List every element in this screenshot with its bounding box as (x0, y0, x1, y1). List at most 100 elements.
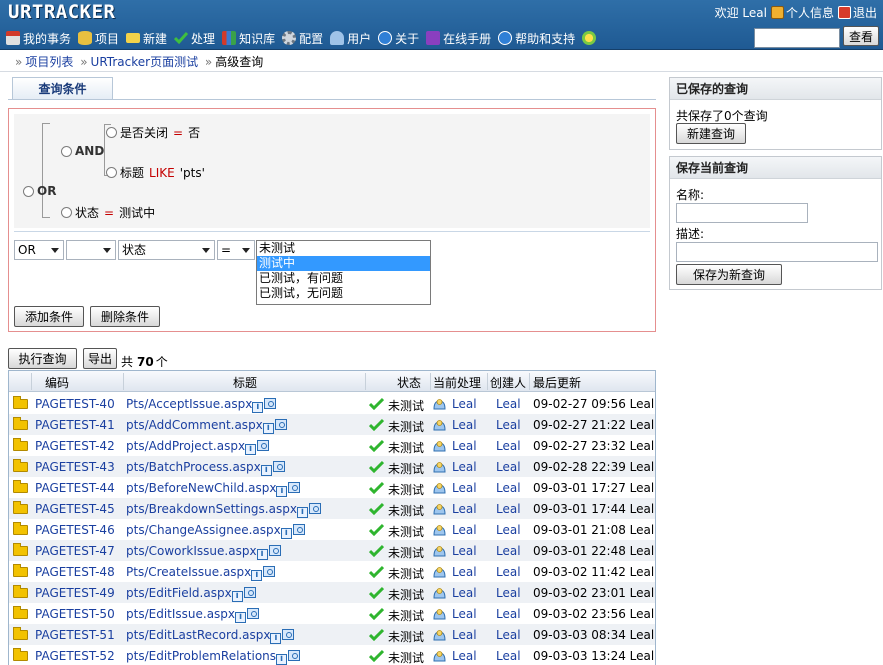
view-icon[interactable] (288, 650, 301, 661)
add-condition-button[interactable]: 添加条件 (14, 306, 84, 327)
issue-title-link[interactable]: pts/EditField.aspx (126, 586, 232, 600)
nav-projects[interactable]: 项目 (78, 30, 119, 47)
logout-link[interactable]: 退出 (837, 4, 877, 21)
info-icon[interactable]: i (276, 654, 288, 665)
new-query-button[interactable]: 新建查询 (676, 123, 746, 144)
assignee-link[interactable]: Leal (452, 397, 477, 411)
issue-id-link[interactable]: PAGETEST-41 (35, 418, 115, 432)
issue-id-link[interactable]: PAGETEST-42 (35, 439, 115, 453)
listbox-option-selected[interactable]: 测试中 (257, 256, 430, 271)
view-icon[interactable] (272, 461, 285, 472)
creator-link[interactable]: Leal (496, 439, 521, 453)
query-name-input[interactable] (676, 203, 808, 223)
column-header-status[interactable]: 状态 (397, 374, 421, 391)
assignee-link[interactable]: Leal (452, 586, 477, 600)
table-row[interactable]: PAGETEST-43 pts/BatchProcess.aspx i 未测试 L… (9, 456, 655, 477)
nav-star[interactable] (582, 31, 597, 45)
operator-select[interactable]: = (217, 240, 255, 260)
table-row[interactable]: PAGETEST-41 pts/AddComment.aspx i 未测试 Lea… (9, 414, 655, 435)
issue-title-link[interactable]: pts/BreakdownSettings.aspx (126, 502, 297, 516)
listbox-option[interactable]: 已测试，无问题 (257, 286, 430, 301)
info-icon[interactable]: i (251, 570, 263, 581)
creator-link[interactable]: Leal (496, 481, 521, 495)
search-button[interactable]: 查看 (843, 26, 879, 46)
creator-link[interactable]: Leal (496, 523, 521, 537)
issue-title-link[interactable]: pts/BatchProcess.aspx (126, 460, 261, 474)
info-icon[interactable]: i (262, 423, 274, 434)
profile-link[interactable]: 个人信息 (770, 4, 834, 21)
issue-id-link[interactable]: PAGETEST-43 (35, 460, 115, 474)
table-row[interactable]: PAGETEST-46 pts/ChangeAssignee.aspx i 未测试… (9, 519, 655, 540)
creator-link[interactable]: Leal (496, 418, 521, 432)
issue-id-link[interactable]: PAGETEST-48 (35, 565, 115, 579)
condition-status[interactable]: 状态 = 测试中 (61, 204, 155, 221)
delete-condition-button[interactable]: 删除条件 (90, 306, 160, 327)
table-row[interactable]: PAGETEST-51 pts/EditLastRecord.aspx i 未测试… (9, 624, 655, 645)
search-input[interactable] (754, 28, 840, 48)
view-icon[interactable] (308, 503, 321, 514)
table-row[interactable]: PAGETEST-45 pts/BreakdownSettings.aspx i … (9, 498, 655, 519)
issue-title-link[interactable]: pts/CoworkIssue.aspx (126, 544, 257, 558)
column-header-title[interactable]: 标题 (233, 374, 257, 391)
view-icon[interactable] (243, 587, 256, 598)
table-row[interactable]: PAGETEST-52 pts/EditProblemRelations i 未测… (9, 645, 655, 665)
bracket-select[interactable] (66, 240, 116, 260)
and-radio[interactable] (61, 145, 72, 157)
creator-link[interactable]: Leal (496, 586, 521, 600)
breadcrumb-project-list[interactable]: 项目列表 (25, 55, 73, 69)
query-description-input[interactable] (676, 242, 878, 262)
assignee-link[interactable]: Leal (452, 481, 477, 495)
view-icon[interactable] (274, 419, 287, 430)
issue-title-link[interactable]: pts/AddComment.aspx (126, 418, 263, 432)
issue-title-link[interactable]: pts/EditIssue.aspx (126, 607, 235, 621)
column-header-id[interactable]: 编码 (45, 374, 69, 391)
run-query-button[interactable]: 执行查询 (8, 348, 77, 369)
nav-config[interactable]: 配置 (282, 30, 323, 47)
view-icon[interactable] (257, 440, 270, 451)
table-row[interactable]: PAGETEST-44 pts/BeforeNewChild.aspx i 未测试… (9, 477, 655, 498)
listbox-option[interactable]: 未测试 (257, 241, 430, 256)
table-row[interactable]: PAGETEST-42 pts/AddProject.aspx i 未测试 Lea… (9, 435, 655, 456)
view-icon[interactable] (292, 524, 305, 535)
view-icon[interactable] (288, 482, 301, 493)
nav-knowledge[interactable]: 知识库 (222, 30, 275, 47)
nav-my-tasks[interactable]: 我的事务 (6, 30, 71, 47)
column-header-updated[interactable]: 最后更新 (533, 374, 581, 391)
assignee-link[interactable]: Leal (452, 649, 477, 663)
info-icon[interactable]: i (256, 549, 268, 560)
condition-title[interactable]: 标题 LIKE 'pts' (106, 164, 205, 181)
issue-id-link[interactable]: PAGETEST-50 (35, 607, 115, 621)
issue-title-link[interactable]: pts/AddProject.aspx (126, 439, 245, 453)
creator-link[interactable]: Leal (496, 544, 521, 558)
info-icon[interactable]: i (231, 591, 243, 602)
issue-title-link[interactable]: pts/EditProblemRelations (126, 649, 276, 663)
assignee-link[interactable]: Leal (452, 502, 477, 516)
info-icon[interactable]: i (260, 465, 272, 476)
creator-link[interactable]: Leal (496, 397, 521, 411)
nav-manual[interactable]: 在线手册 (426, 30, 491, 47)
issue-id-link[interactable]: PAGETEST-40 (35, 397, 115, 411)
assignee-link[interactable]: Leal (452, 607, 477, 621)
column-header-creator[interactable]: 创建人 (490, 374, 526, 391)
nav-about[interactable]: 关于 (378, 30, 419, 47)
issue-title-link[interactable]: Pts/CreateIssue.aspx (126, 565, 251, 579)
view-icon[interactable] (264, 398, 277, 409)
breadcrumb-project[interactable]: URTracker页面测试 (91, 55, 199, 69)
info-icon[interactable]: i (235, 612, 247, 623)
creator-link[interactable]: Leal (496, 460, 521, 474)
nav-help[interactable]: 帮助和支持 (498, 30, 575, 47)
issue-id-link[interactable]: PAGETEST-51 (35, 628, 115, 642)
info-icon[interactable]: i (245, 444, 257, 455)
condition-radio[interactable] (106, 127, 117, 138)
value-listbox[interactable]: 未测试 测试中 已测试，有问题 已测试，无问题 (256, 240, 431, 305)
view-icon[interactable] (268, 545, 281, 556)
nav-process[interactable]: 处理 (174, 30, 215, 47)
condition-closed[interactable]: 是否关闭 = 否 (106, 124, 200, 141)
info-icon[interactable]: i (280, 528, 292, 539)
assignee-link[interactable]: Leal (452, 628, 477, 642)
or-node[interactable]: OR (23, 184, 56, 198)
issue-title-link[interactable]: pts/EditLastRecord.aspx (126, 628, 270, 642)
or-radio[interactable] (23, 185, 34, 197)
table-row[interactable]: PAGETEST-40 Pts/AcceptIssue.aspx i 未测试 Le… (9, 393, 655, 414)
assignee-link[interactable]: Leal (452, 418, 477, 432)
